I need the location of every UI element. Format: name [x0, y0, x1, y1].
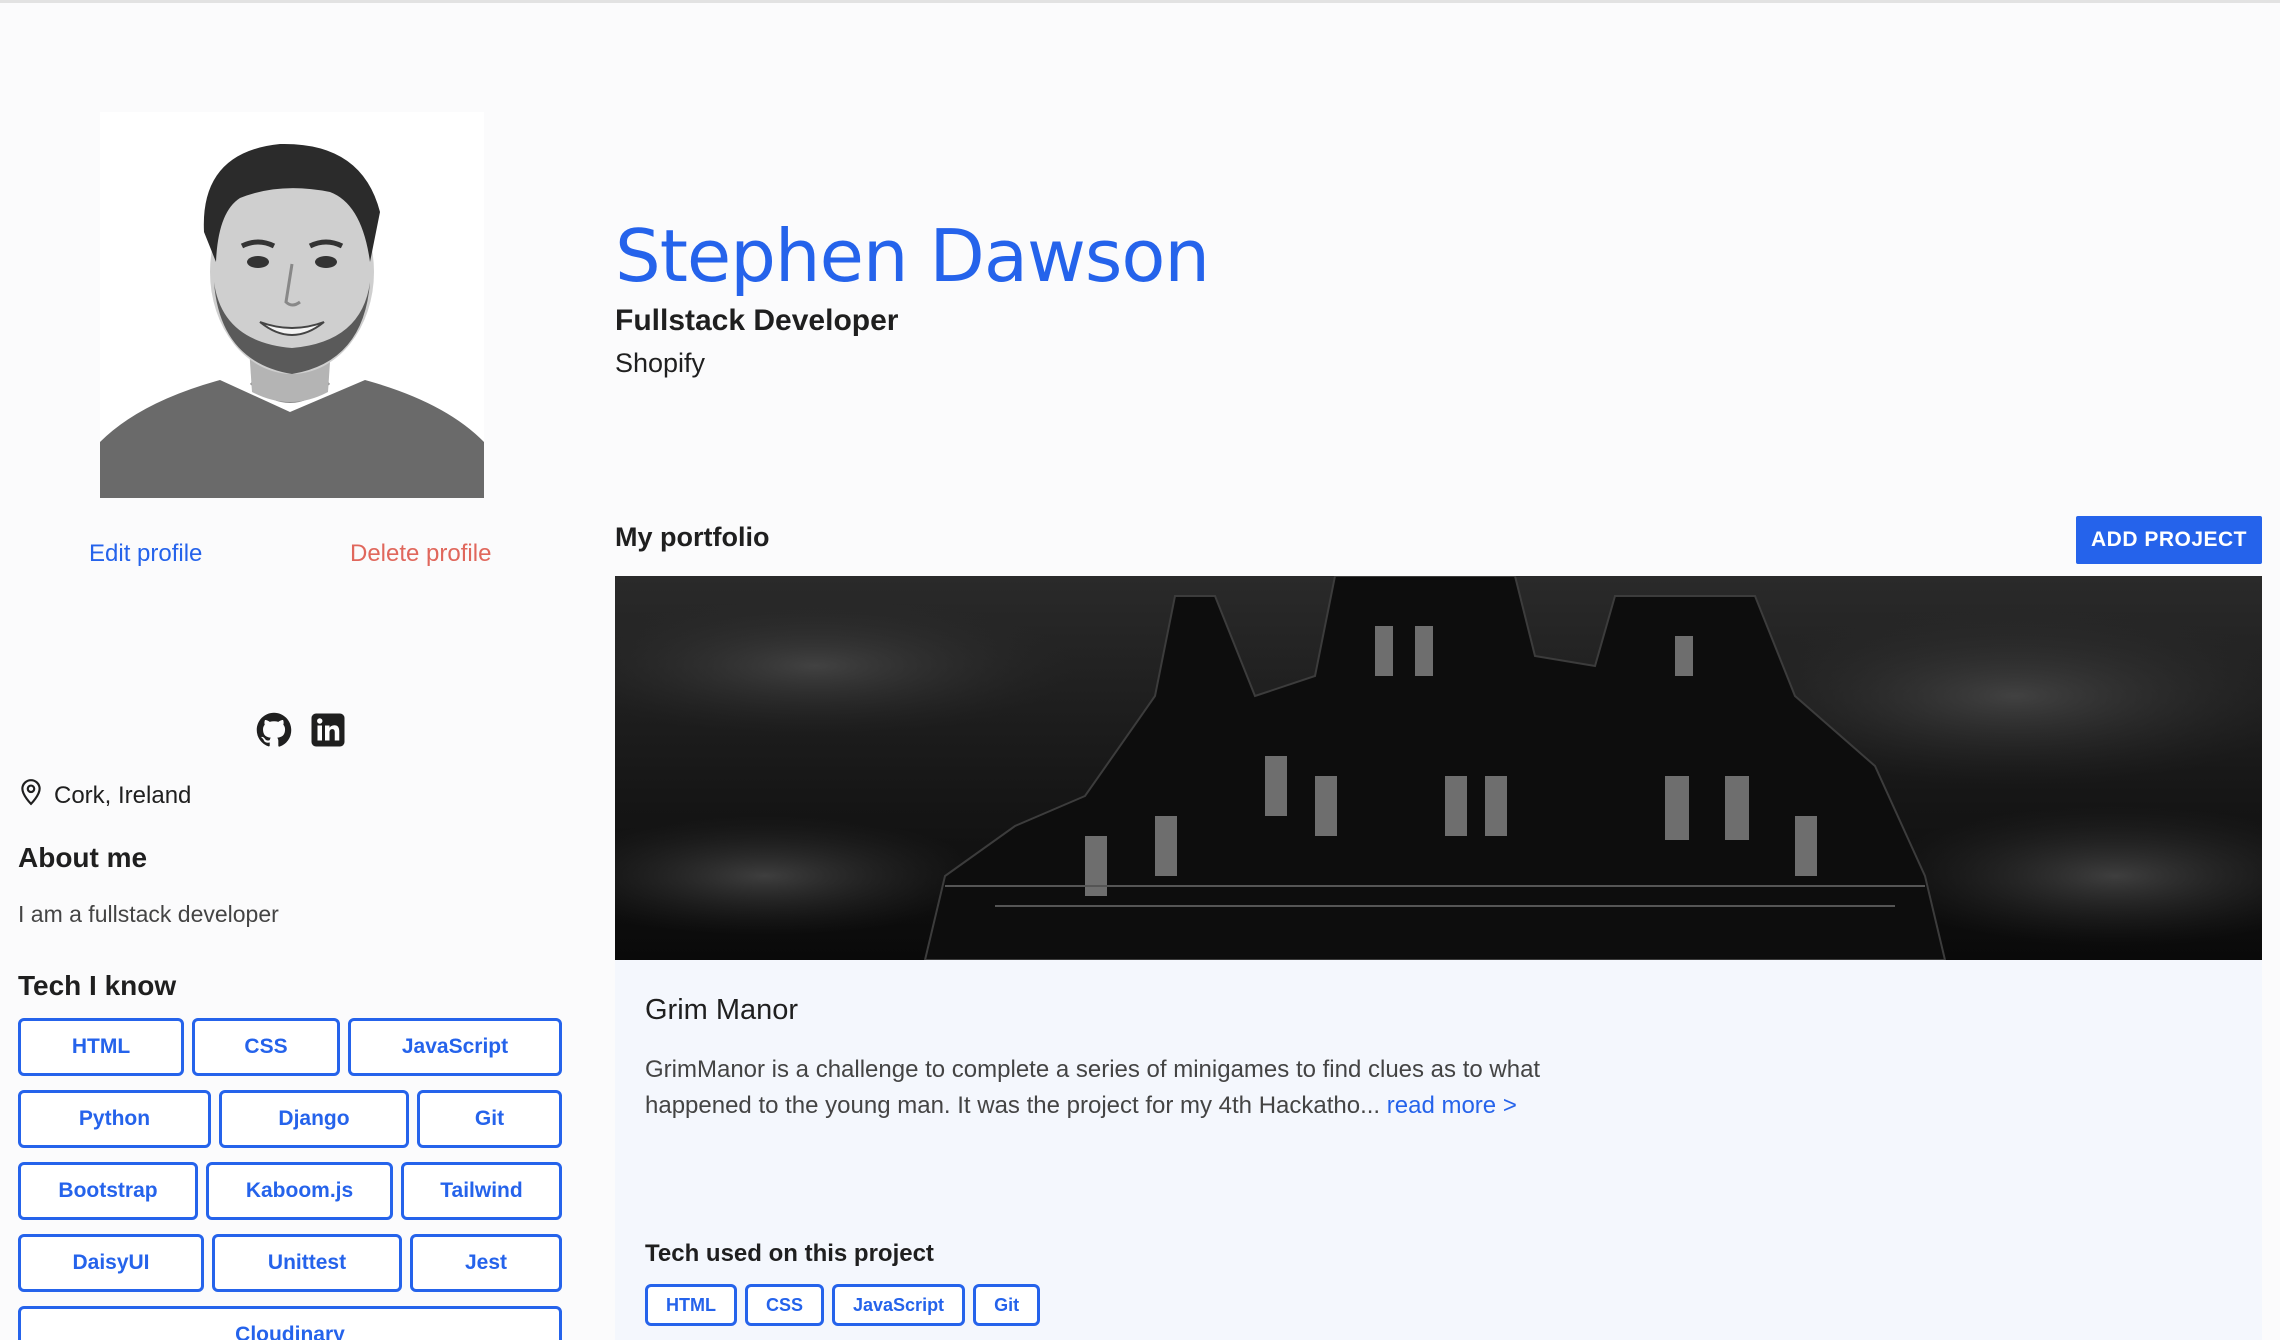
tech-chip[interactable]: Git — [417, 1090, 562, 1148]
tech-chip[interactable]: Django — [219, 1090, 409, 1148]
tech-chip[interactable]: CSS — [192, 1018, 340, 1076]
read-more-link[interactable]: read more > — [1387, 1092, 1517, 1119]
avatar — [100, 112, 484, 498]
project-tech-chip[interactable]: JavaScript — [832, 1284, 966, 1326]
tech-chip[interactable]: Jest — [410, 1234, 562, 1292]
tech-chip[interactable]: Bootstrap — [18, 1162, 198, 1220]
tech-list: HTML CSS JavaScript Python Django Git Bo… — [18, 1018, 562, 1340]
project-image[interactable] — [615, 576, 2262, 961]
tech-heading: Tech I know — [18, 970, 177, 1001]
tech-chip[interactable]: HTML — [18, 1018, 184, 1076]
project-tech-chip[interactable]: CSS — [744, 1284, 824, 1326]
project-description: GrimManor is a challenge to complete a s… — [645, 1052, 1585, 1124]
add-project-button[interactable]: ADD PROJECT — [2076, 516, 2262, 564]
profile-company: Shopify — [615, 348, 706, 378]
project-tech-chip[interactable]: Git — [973, 1284, 1041, 1326]
project-tech-list: HTML CSS JavaScript Git — [645, 1284, 1041, 1326]
tech-chip[interactable]: Cloudinary — [18, 1306, 562, 1340]
tech-chip[interactable]: JavaScript — [348, 1018, 562, 1076]
profile-name: Stephen Dawson — [615, 214, 1210, 298]
project-card[interactable]: Grim Manor GrimManor is a challenge to c… — [615, 576, 2262, 1340]
about-heading: About me — [18, 842, 148, 873]
social-links — [256, 712, 346, 748]
tech-chip[interactable]: DaisyUI — [18, 1234, 204, 1292]
github-icon[interactable] — [256, 712, 292, 748]
project-tech-heading: Tech used on this project — [645, 1240, 934, 1267]
profile-actions: Edit profile Delete profile — [18, 540, 562, 576]
tech-chip[interactable]: Kaboom.js — [206, 1162, 393, 1220]
edit-profile-link[interactable]: Edit profile — [89, 540, 202, 568]
location-pin-icon — [18, 778, 44, 813]
linkedin-icon[interactable] — [310, 712, 346, 748]
location-text: Cork, Ireland — [54, 781, 192, 809]
project-title: Grim Manor — [645, 994, 799, 1026]
location: Cork, Ireland — [18, 778, 191, 813]
portfolio-heading: My portfolio — [615, 522, 770, 552]
tech-chip[interactable]: Python — [18, 1090, 211, 1148]
top-border — [0, 0, 2280, 3]
about-text: I am a fullstack developer — [18, 901, 279, 927]
tech-chip[interactable]: Unittest — [212, 1234, 402, 1292]
project-tech-chip[interactable]: HTML — [645, 1284, 737, 1326]
profile-role: Fullstack Developer — [615, 304, 899, 337]
delete-profile-link[interactable]: Delete profile — [350, 540, 491, 568]
tech-chip[interactable]: Tailwind — [401, 1162, 562, 1220]
